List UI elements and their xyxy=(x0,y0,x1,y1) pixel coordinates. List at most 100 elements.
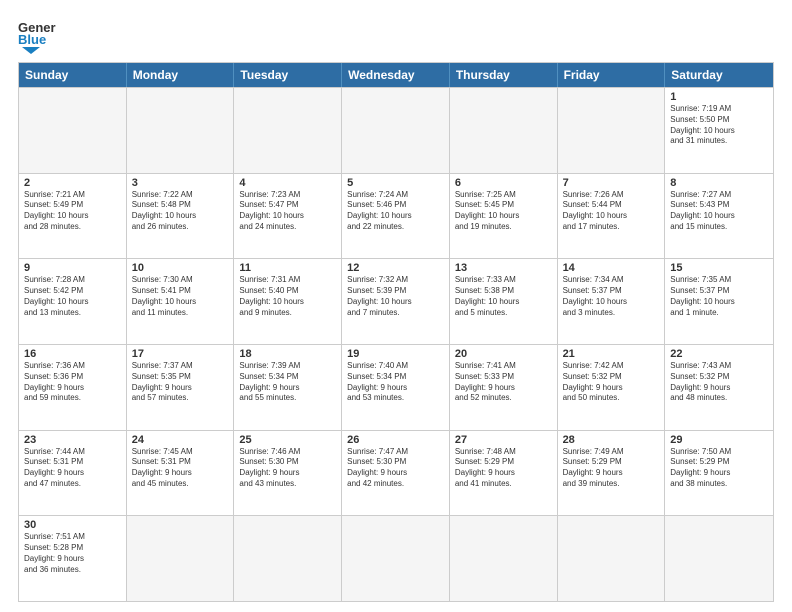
day-number: 21 xyxy=(563,348,660,360)
sun-info: Sunrise: 7:19 AM Sunset: 5:50 PM Dayligh… xyxy=(670,104,768,147)
calendar-cell xyxy=(558,88,666,173)
day-number: 24 xyxy=(132,434,229,446)
day-number: 20 xyxy=(455,348,552,360)
sun-info: Sunrise: 7:39 AM Sunset: 5:34 PM Dayligh… xyxy=(239,361,336,404)
day-number: 6 xyxy=(455,177,552,189)
sun-info: Sunrise: 7:30 AM Sunset: 5:41 PM Dayligh… xyxy=(132,275,229,318)
logo-icon: General Blue xyxy=(18,18,56,54)
sun-info: Sunrise: 7:47 AM Sunset: 5:30 PM Dayligh… xyxy=(347,447,444,490)
calendar-row: 23Sunrise: 7:44 AM Sunset: 5:31 PM Dayli… xyxy=(19,430,773,516)
sun-info: Sunrise: 7:40 AM Sunset: 5:34 PM Dayligh… xyxy=(347,361,444,404)
day-number: 19 xyxy=(347,348,444,360)
calendar-cell: 4Sunrise: 7:23 AM Sunset: 5:47 PM Daylig… xyxy=(234,174,342,259)
svg-text:Blue: Blue xyxy=(18,32,46,47)
day-number: 13 xyxy=(455,262,552,274)
calendar-cell xyxy=(127,88,235,173)
day-number: 17 xyxy=(132,348,229,360)
calendar-cell: 27Sunrise: 7:48 AM Sunset: 5:29 PM Dayli… xyxy=(450,431,558,516)
sun-info: Sunrise: 7:49 AM Sunset: 5:29 PM Dayligh… xyxy=(563,447,660,490)
logo: General Blue xyxy=(18,18,56,54)
calendar-cell: 28Sunrise: 7:49 AM Sunset: 5:29 PM Dayli… xyxy=(558,431,666,516)
day-number: 12 xyxy=(347,262,444,274)
calendar-cell xyxy=(342,88,450,173)
calendar-cell xyxy=(558,516,666,601)
calendar-cell: 24Sunrise: 7:45 AM Sunset: 5:31 PM Dayli… xyxy=(127,431,235,516)
calendar-cell xyxy=(127,516,235,601)
calendar-cell: 10Sunrise: 7:30 AM Sunset: 5:41 PM Dayli… xyxy=(127,259,235,344)
calendar-cell xyxy=(450,516,558,601)
sun-info: Sunrise: 7:44 AM Sunset: 5:31 PM Dayligh… xyxy=(24,447,121,490)
day-number: 2 xyxy=(24,177,121,189)
header: General Blue xyxy=(18,18,774,54)
day-number: 8 xyxy=(670,177,768,189)
calendar-cell: 22Sunrise: 7:43 AM Sunset: 5:32 PM Dayli… xyxy=(665,345,773,430)
sun-info: Sunrise: 7:23 AM Sunset: 5:47 PM Dayligh… xyxy=(239,190,336,233)
day-number: 22 xyxy=(670,348,768,360)
calendar-cell: 30Sunrise: 7:51 AM Sunset: 5:28 PM Dayli… xyxy=(19,516,127,601)
weekday-header: Monday xyxy=(127,63,235,87)
weekday-header: Friday xyxy=(558,63,666,87)
sun-info: Sunrise: 7:33 AM Sunset: 5:38 PM Dayligh… xyxy=(455,275,552,318)
sun-info: Sunrise: 7:34 AM Sunset: 5:37 PM Dayligh… xyxy=(563,275,660,318)
weekday-header: Saturday xyxy=(665,63,773,87)
calendar-cell: 26Sunrise: 7:47 AM Sunset: 5:30 PM Dayli… xyxy=(342,431,450,516)
day-number: 5 xyxy=(347,177,444,189)
sun-info: Sunrise: 7:28 AM Sunset: 5:42 PM Dayligh… xyxy=(24,275,121,318)
calendar-cell: 2Sunrise: 7:21 AM Sunset: 5:49 PM Daylig… xyxy=(19,174,127,259)
calendar-cell: 21Sunrise: 7:42 AM Sunset: 5:32 PM Dayli… xyxy=(558,345,666,430)
calendar-cell: 23Sunrise: 7:44 AM Sunset: 5:31 PM Dayli… xyxy=(19,431,127,516)
calendar-cell: 19Sunrise: 7:40 AM Sunset: 5:34 PM Dayli… xyxy=(342,345,450,430)
calendar: SundayMondayTuesdayWednesdayThursdayFrid… xyxy=(18,62,774,602)
calendar-cell: 20Sunrise: 7:41 AM Sunset: 5:33 PM Dayli… xyxy=(450,345,558,430)
weekday-header: Sunday xyxy=(19,63,127,87)
day-number: 23 xyxy=(24,434,121,446)
calendar-cell: 11Sunrise: 7:31 AM Sunset: 5:40 PM Dayli… xyxy=(234,259,342,344)
sun-info: Sunrise: 7:46 AM Sunset: 5:30 PM Dayligh… xyxy=(239,447,336,490)
calendar-cell: 14Sunrise: 7:34 AM Sunset: 5:37 PM Dayli… xyxy=(558,259,666,344)
day-number: 26 xyxy=(347,434,444,446)
day-number: 16 xyxy=(24,348,121,360)
day-number: 14 xyxy=(563,262,660,274)
day-number: 28 xyxy=(563,434,660,446)
calendar-cell xyxy=(342,516,450,601)
sun-info: Sunrise: 7:26 AM Sunset: 5:44 PM Dayligh… xyxy=(563,190,660,233)
calendar-cell: 12Sunrise: 7:32 AM Sunset: 5:39 PM Dayli… xyxy=(342,259,450,344)
sun-info: Sunrise: 7:43 AM Sunset: 5:32 PM Dayligh… xyxy=(670,361,768,404)
calendar-cell: 1Sunrise: 7:19 AM Sunset: 5:50 PM Daylig… xyxy=(665,88,773,173)
calendar-cell xyxy=(234,516,342,601)
day-number: 1 xyxy=(670,91,768,103)
sun-info: Sunrise: 7:45 AM Sunset: 5:31 PM Dayligh… xyxy=(132,447,229,490)
calendar-cell: 29Sunrise: 7:50 AM Sunset: 5:29 PM Dayli… xyxy=(665,431,773,516)
calendar-cell: 16Sunrise: 7:36 AM Sunset: 5:36 PM Dayli… xyxy=(19,345,127,430)
calendar-cell: 25Sunrise: 7:46 AM Sunset: 5:30 PM Dayli… xyxy=(234,431,342,516)
calendar-cell: 15Sunrise: 7:35 AM Sunset: 5:37 PM Dayli… xyxy=(665,259,773,344)
day-number: 30 xyxy=(24,519,121,531)
sun-info: Sunrise: 7:36 AM Sunset: 5:36 PM Dayligh… xyxy=(24,361,121,404)
weekday-header: Tuesday xyxy=(234,63,342,87)
sun-info: Sunrise: 7:27 AM Sunset: 5:43 PM Dayligh… xyxy=(670,190,768,233)
day-number: 25 xyxy=(239,434,336,446)
calendar-cell: 5Sunrise: 7:24 AM Sunset: 5:46 PM Daylig… xyxy=(342,174,450,259)
page: General Blue SundayMondayTuesdayWednesda… xyxy=(0,0,792,612)
sun-info: Sunrise: 7:22 AM Sunset: 5:48 PM Dayligh… xyxy=(132,190,229,233)
calendar-cell: 3Sunrise: 7:22 AM Sunset: 5:48 PM Daylig… xyxy=(127,174,235,259)
day-number: 27 xyxy=(455,434,552,446)
weekday-header: Thursday xyxy=(450,63,558,87)
calendar-cell: 8Sunrise: 7:27 AM Sunset: 5:43 PM Daylig… xyxy=(665,174,773,259)
calendar-row: 1Sunrise: 7:19 AM Sunset: 5:50 PM Daylig… xyxy=(19,87,773,173)
day-number: 15 xyxy=(670,262,768,274)
calendar-cell: 6Sunrise: 7:25 AM Sunset: 5:45 PM Daylig… xyxy=(450,174,558,259)
sun-info: Sunrise: 7:25 AM Sunset: 5:45 PM Dayligh… xyxy=(455,190,552,233)
calendar-row: 30Sunrise: 7:51 AM Sunset: 5:28 PM Dayli… xyxy=(19,515,773,601)
calendar-row: 2Sunrise: 7:21 AM Sunset: 5:49 PM Daylig… xyxy=(19,173,773,259)
calendar-cell xyxy=(19,88,127,173)
sun-info: Sunrise: 7:42 AM Sunset: 5:32 PM Dayligh… xyxy=(563,361,660,404)
sun-info: Sunrise: 7:37 AM Sunset: 5:35 PM Dayligh… xyxy=(132,361,229,404)
sun-info: Sunrise: 7:21 AM Sunset: 5:49 PM Dayligh… xyxy=(24,190,121,233)
calendar-cell: 13Sunrise: 7:33 AM Sunset: 5:38 PM Dayli… xyxy=(450,259,558,344)
weekday-header: Wednesday xyxy=(342,63,450,87)
sun-info: Sunrise: 7:31 AM Sunset: 5:40 PM Dayligh… xyxy=(239,275,336,318)
day-number: 7 xyxy=(563,177,660,189)
calendar-body: 1Sunrise: 7:19 AM Sunset: 5:50 PM Daylig… xyxy=(19,87,773,601)
day-number: 3 xyxy=(132,177,229,189)
